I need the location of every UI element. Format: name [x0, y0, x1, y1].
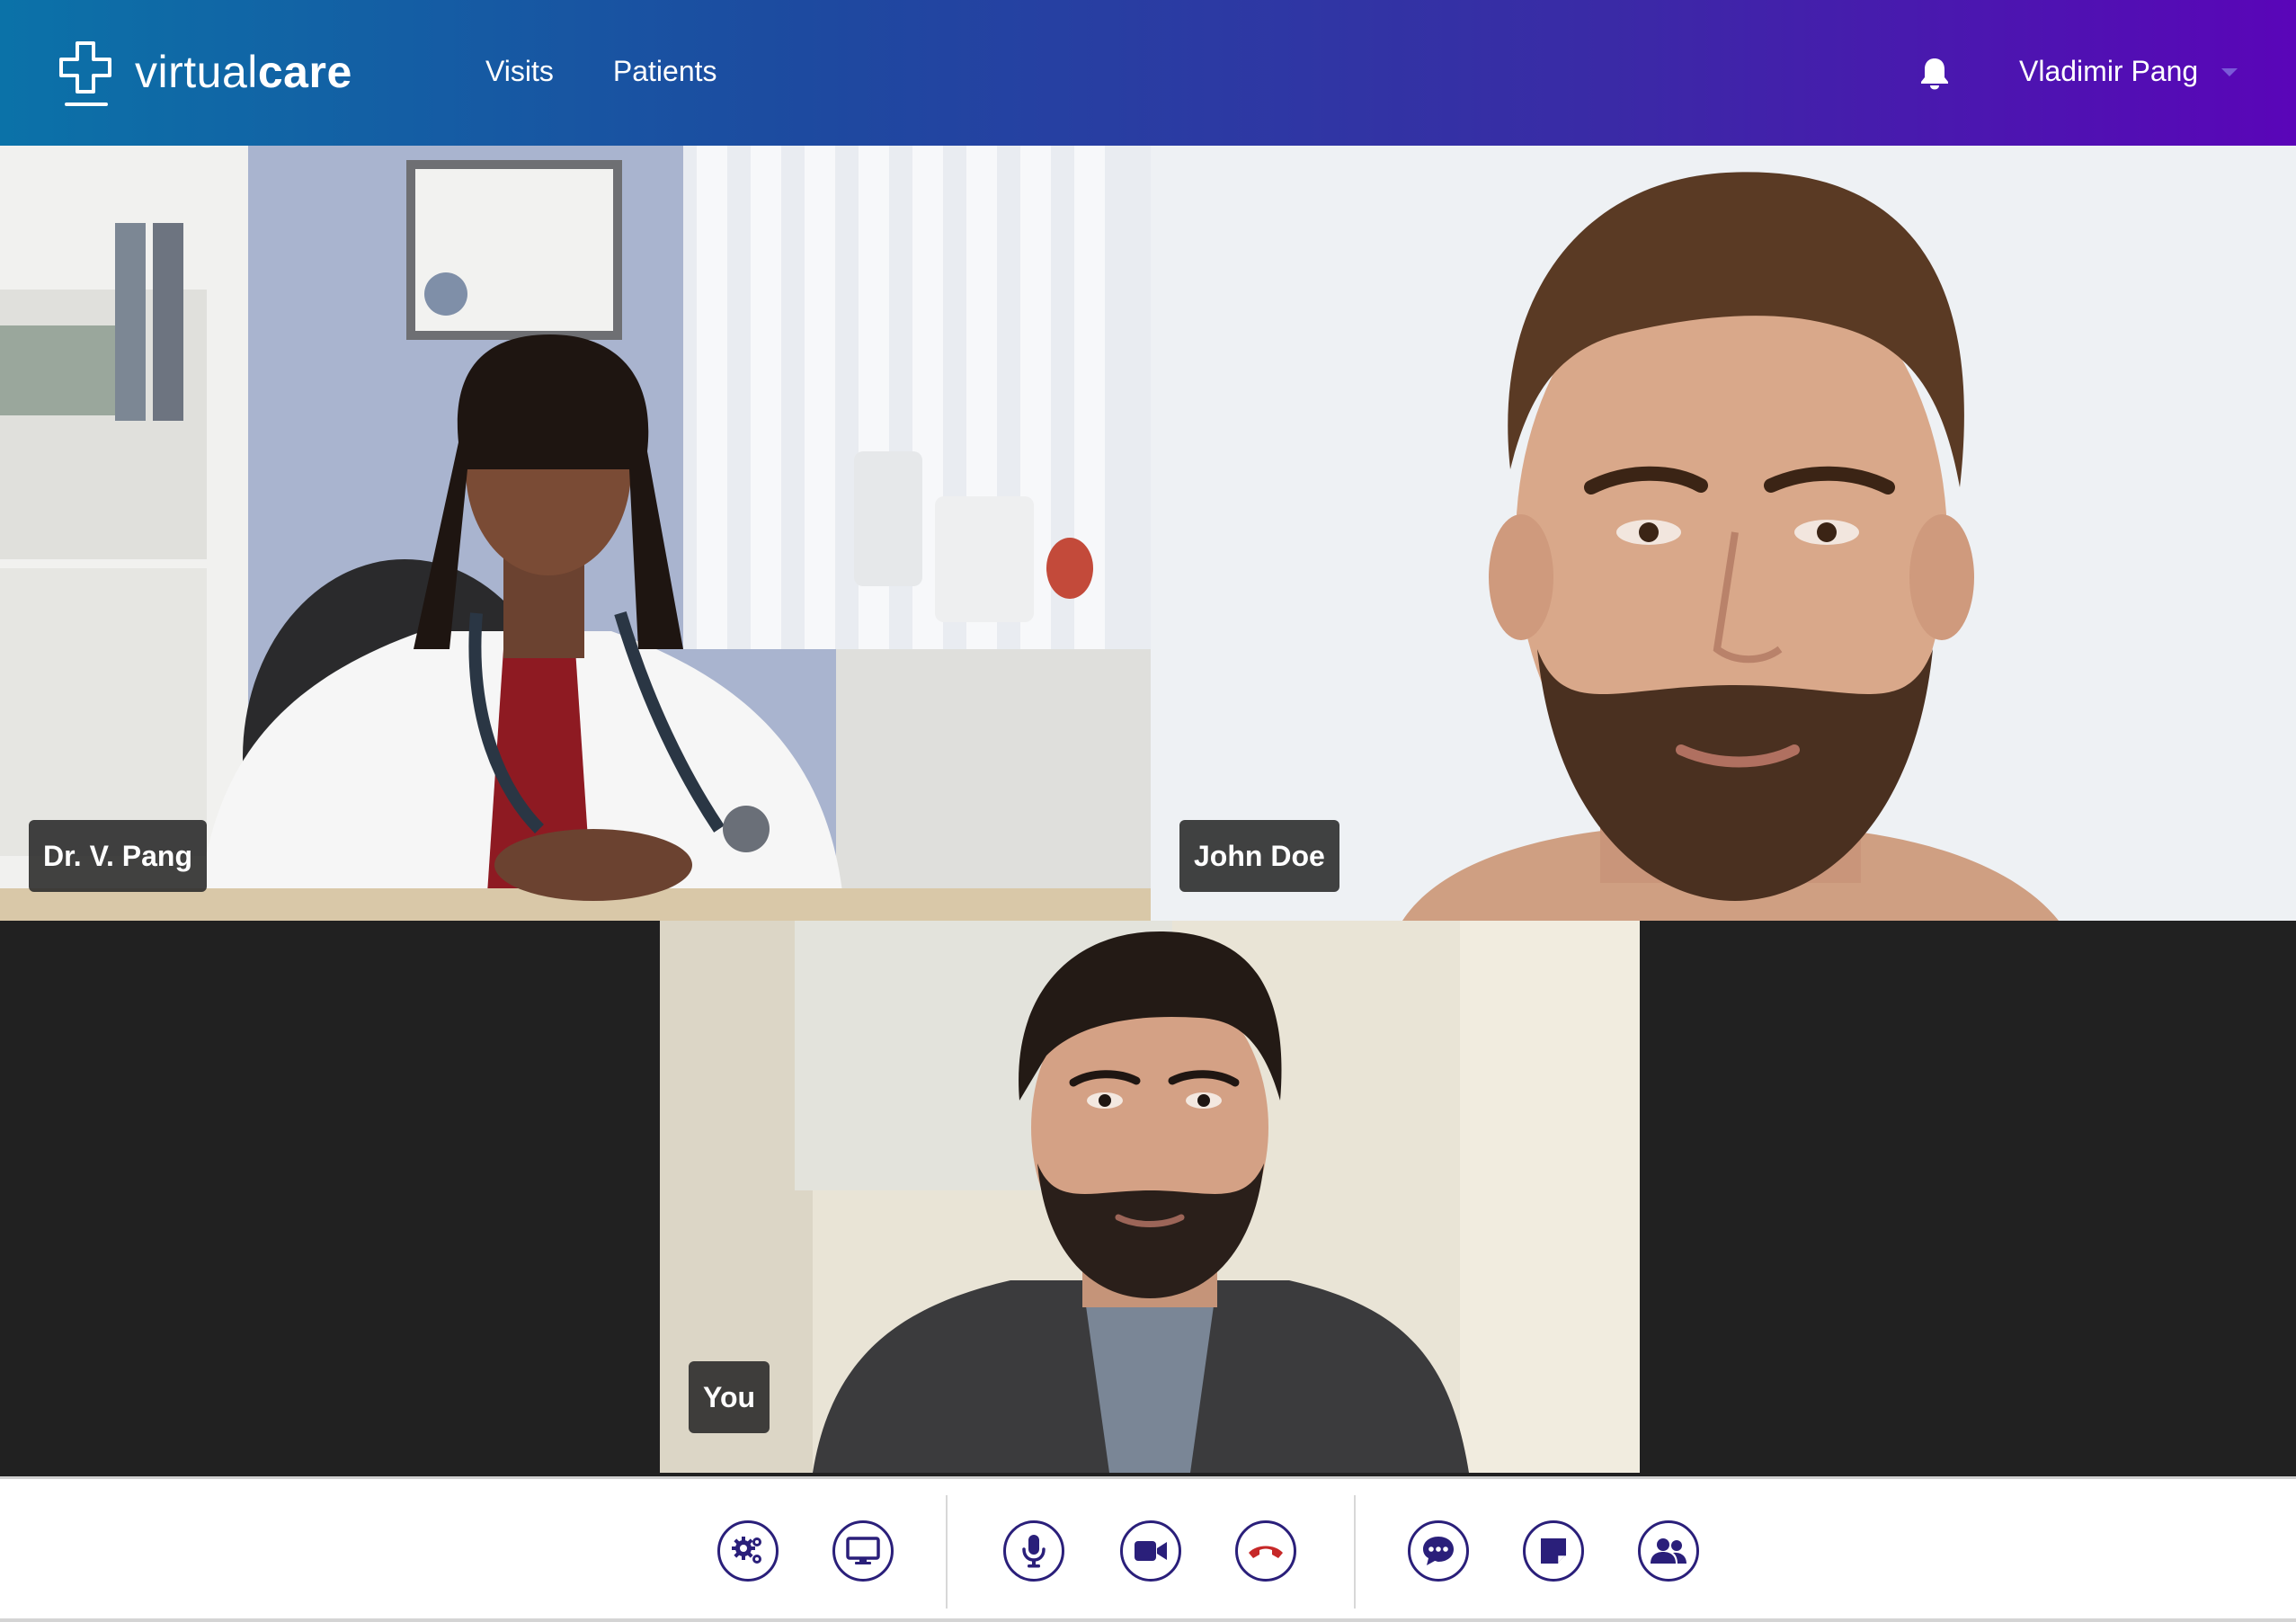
video-tile-self[interactable]: You — [660, 921, 1640, 1473]
video-stage: Dr. V. Pang John Doe You — [0, 146, 2296, 1476]
camera-button[interactable] — [1120, 1520, 1181, 1582]
doctor-video-feed — [0, 146, 1151, 921]
control-divider — [1354, 1495, 1356, 1609]
settings-icon — [732, 1537, 761, 1564]
app-name-light: virtual — [135, 47, 258, 97]
chat-icon — [1423, 1537, 1454, 1565]
end-call-button[interactable] — [1235, 1520, 1296, 1582]
video-tile-doctor[interactable]: Dr. V. Pang — [0, 146, 1151, 921]
microphone-icon — [1022, 1535, 1046, 1568]
self-video-feed — [660, 921, 1640, 1473]
end-call-icon — [1249, 1546, 1283, 1558]
chat-button[interactable] — [1408, 1520, 1469, 1582]
main-nav: Visits Patients — [485, 0, 717, 146]
participant-name-tag: John Doe — [1179, 820, 1339, 892]
user-menu[interactable]: Vladimir Pang — [2019, 0, 2238, 146]
notes-button[interactable] — [1523, 1520, 1584, 1582]
screen-share-button[interactable] — [832, 1520, 894, 1582]
participants-icon — [1651, 1538, 1686, 1564]
app-header: virtualcare Visits Patients Vladimir Pan… — [0, 0, 2296, 146]
app-name-bold: care — [257, 47, 352, 97]
participant-name-tag: Dr. V. Pang — [29, 820, 207, 892]
medical-cross-icon — [58, 40, 115, 111]
control-divider — [946, 1495, 948, 1609]
user-name: Vladimir Pang — [2019, 54, 2199, 87]
settings-button[interactable] — [717, 1520, 779, 1582]
patient-video-feed — [1151, 146, 2296, 921]
nav-visits[interactable]: Visits — [485, 55, 554, 88]
microphone-button[interactable] — [1003, 1520, 1064, 1582]
nav-patients[interactable]: Patients — [613, 55, 717, 88]
participants-button[interactable] — [1638, 1520, 1699, 1582]
screen-share-icon — [846, 1537, 880, 1564]
bell-icon[interactable] — [1918, 56, 1951, 90]
call-controls — [0, 1476, 2296, 1622]
app-logo[interactable]: virtualcare — [58, 40, 352, 111]
app-name: virtualcare — [135, 49, 352, 94]
video-tile-patient[interactable]: John Doe — [1151, 146, 2296, 921]
participant-name-tag: You — [689, 1361, 770, 1433]
camera-icon — [1135, 1541, 1167, 1561]
notes-icon — [1541, 1538, 1566, 1564]
chevron-down-icon — [2221, 67, 2238, 76]
